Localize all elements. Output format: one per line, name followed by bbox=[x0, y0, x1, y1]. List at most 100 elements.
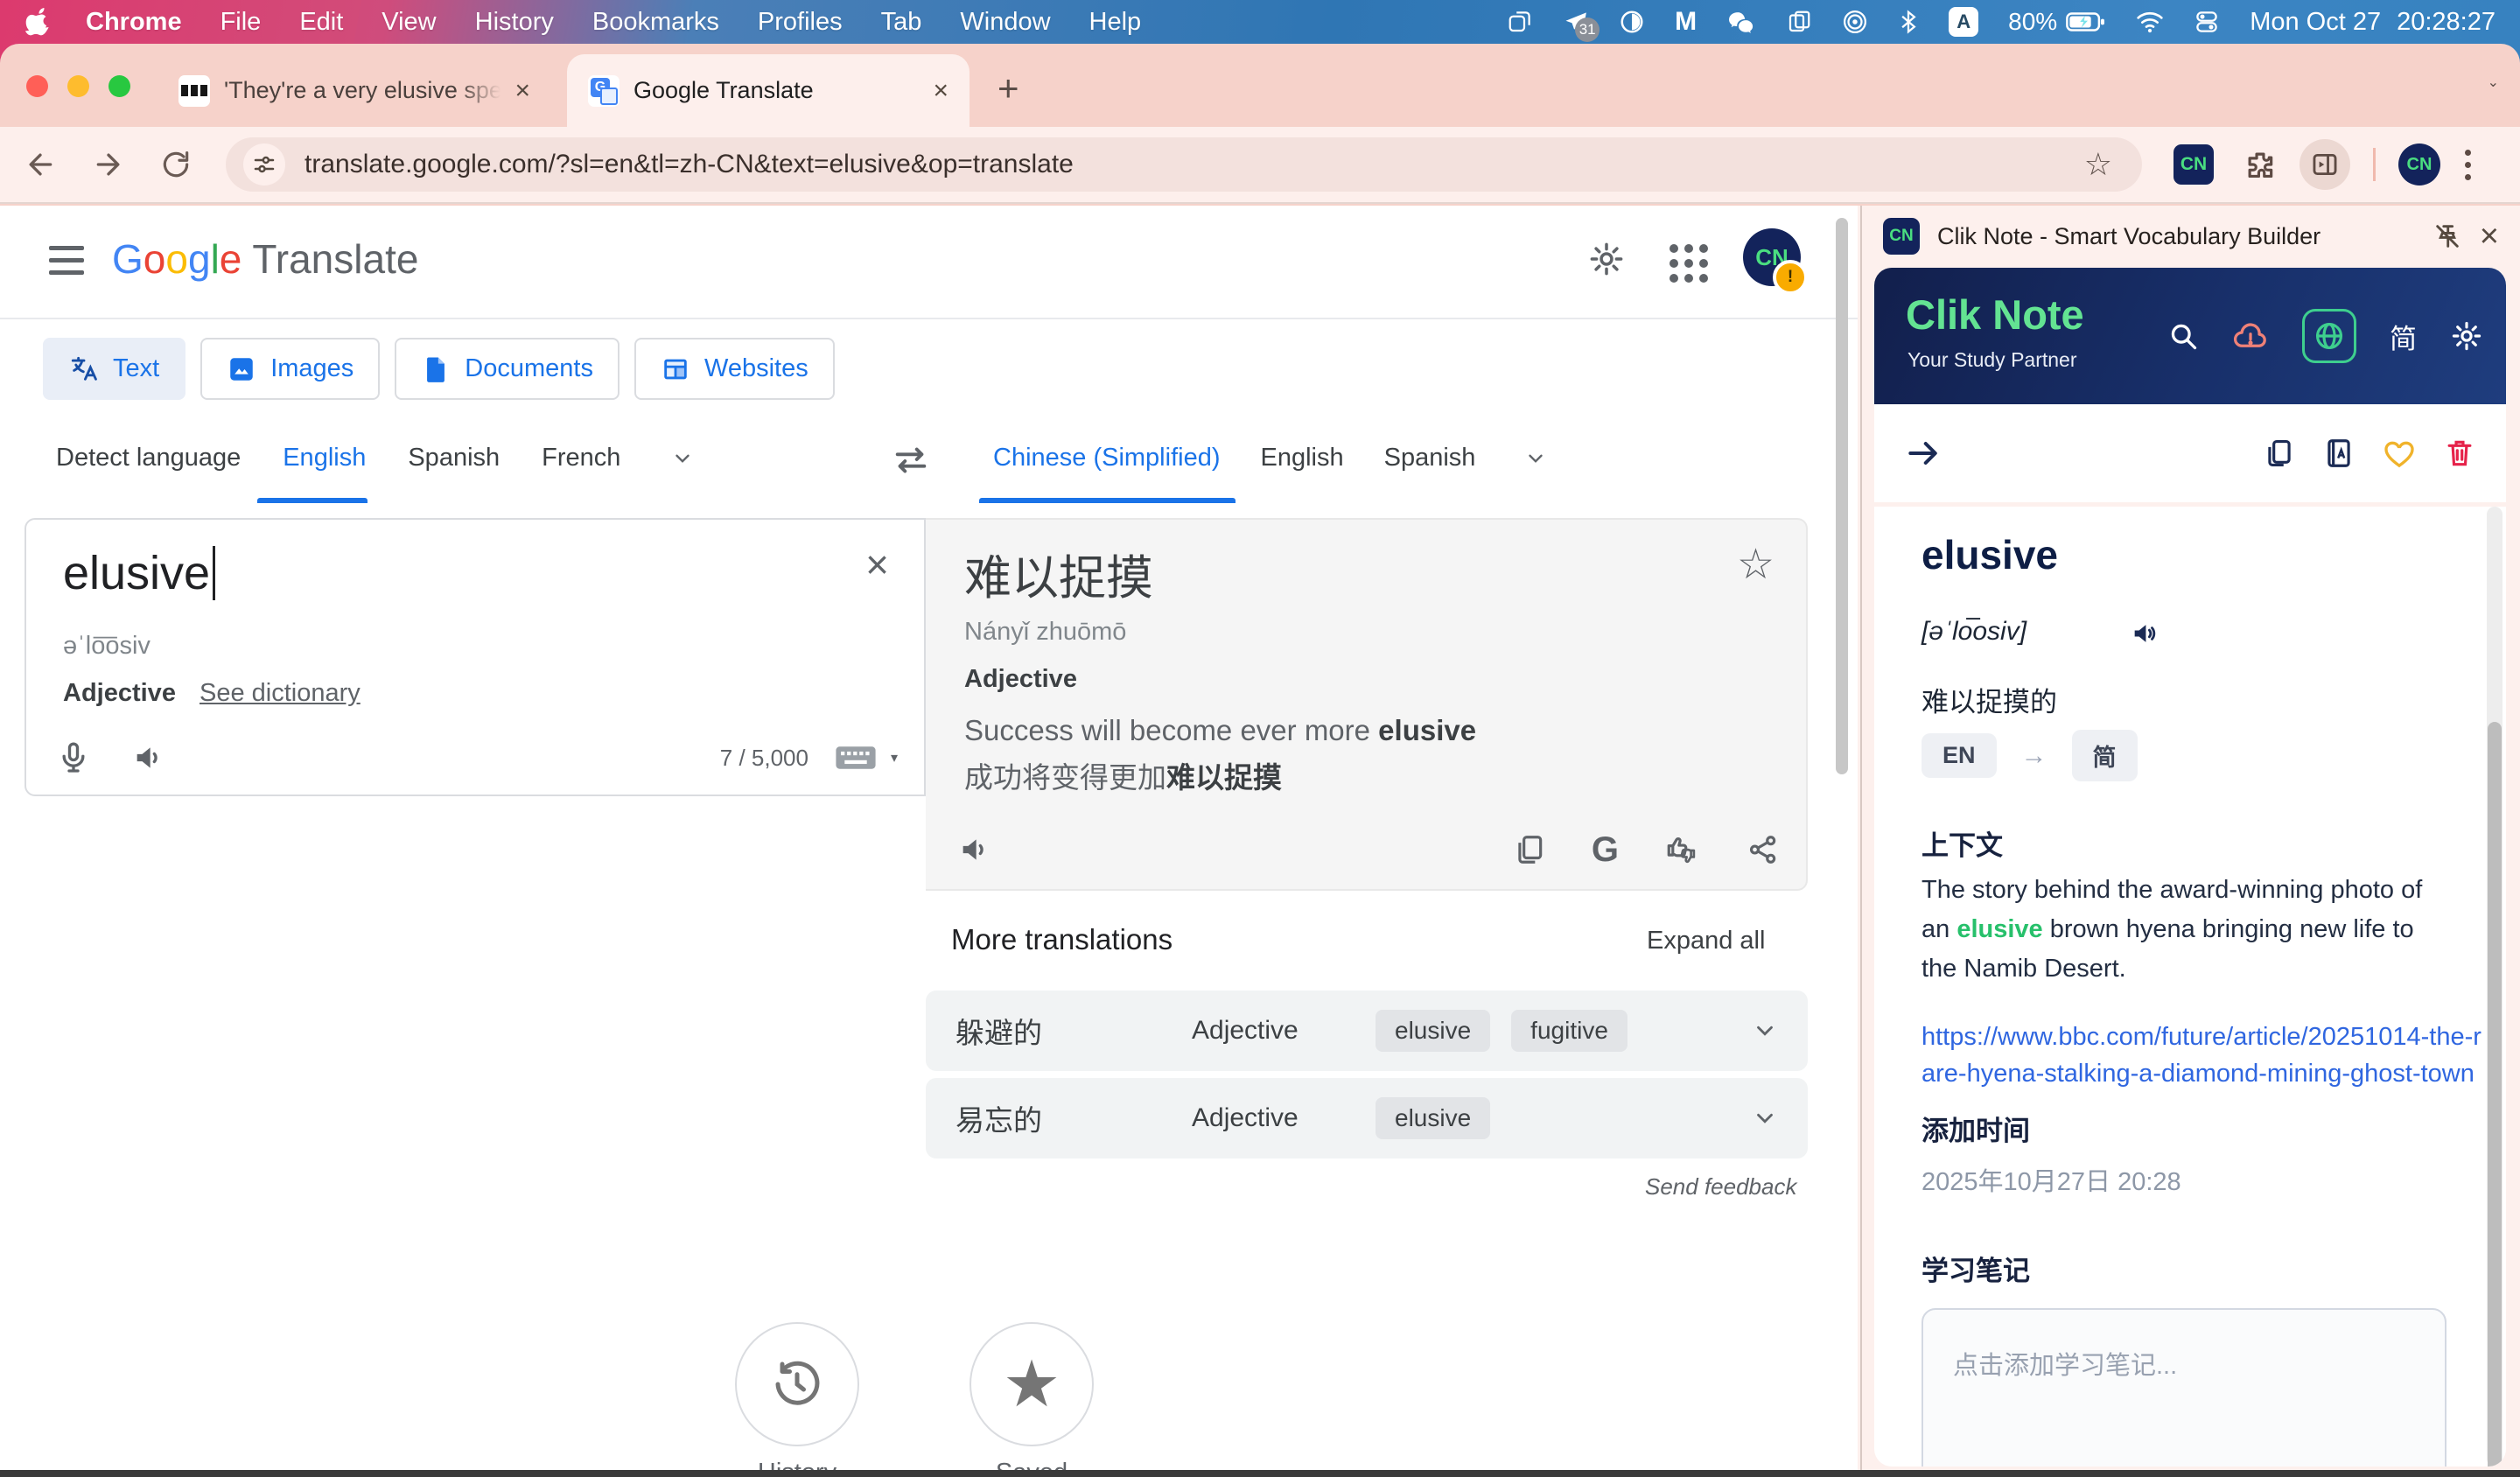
lang-english[interactable]: English bbox=[1261, 444, 1344, 472]
lang-spanish[interactable]: Spanish bbox=[408, 444, 500, 472]
synonym-chip[interactable]: elusive bbox=[1376, 1010, 1490, 1052]
source-text[interactable]: elusive bbox=[63, 546, 215, 600]
lang-chinese-selected[interactable]: Chinese (Simplified) bbox=[993, 444, 1221, 472]
dictionary-book-icon[interactable] bbox=[2322, 437, 2356, 470]
cliknote-extension-icon[interactable]: CN bbox=[2174, 144, 2214, 185]
bookmark-star-icon[interactable]: ☆ bbox=[2084, 146, 2112, 183]
translation-text[interactable]: 难以捉摸 bbox=[964, 539, 1153, 608]
bluetooth-icon[interactable] bbox=[1898, 9, 1919, 35]
simplified-chinese-toggle[interactable]: 简 bbox=[2390, 317, 2417, 356]
close-tab-icon[interactable]: × bbox=[933, 76, 948, 106]
save-translation-star-icon[interactable]: ☆ bbox=[1737, 544, 1774, 586]
wifi-icon[interactable] bbox=[2136, 9, 2164, 35]
listen-translation-icon[interactable] bbox=[957, 832, 992, 867]
tab-bbc-article[interactable]: 'They're a very elusive specie × bbox=[158, 54, 551, 127]
lang-french[interactable]: French bbox=[542, 444, 620, 472]
source-text-panel[interactable]: elusive × əˈlo͞osiv Adjective See dictio… bbox=[24, 518, 926, 796]
main-menu-icon[interactable] bbox=[49, 246, 84, 275]
listen-source-icon[interactable] bbox=[131, 740, 166, 775]
minimize-window-button[interactable] bbox=[67, 75, 89, 97]
menu-tab[interactable]: Tab bbox=[881, 8, 922, 37]
telegram-icon[interactable]: 31 bbox=[1563, 9, 1589, 35]
tab-google-translate[interactable]: G Google Translate × bbox=[567, 54, 970, 127]
close-tab-icon[interactable]: × bbox=[514, 76, 530, 106]
input-source-icon[interactable]: A bbox=[1949, 7, 1978, 37]
mic-icon[interactable] bbox=[56, 740, 91, 775]
apple-icon[interactable] bbox=[24, 8, 49, 36]
pronounce-speaker-icon[interactable] bbox=[2130, 619, 2160, 648]
synonym-chip[interactable]: fugitive bbox=[1511, 1010, 1628, 1052]
airdrop-icon[interactable] bbox=[1842, 9, 1868, 35]
gt-logo[interactable]: Google Translate bbox=[112, 235, 418, 283]
synonym-chip[interactable]: elusive bbox=[1376, 1097, 1490, 1139]
more-target-langs-chevron-icon[interactable] bbox=[1524, 447, 1547, 470]
favorite-heart-icon[interactable] bbox=[2382, 436, 2417, 471]
forward-button[interactable] bbox=[91, 147, 126, 182]
more-translation-row[interactable]: 躲避的 Adjective elusive fugitive bbox=[926, 990, 1808, 1071]
mode-documents-button[interactable]: Documents bbox=[395, 338, 620, 400]
mode-images-button[interactable]: Images bbox=[200, 338, 380, 400]
sync-alert-cloud-icon[interactable] bbox=[2232, 320, 2269, 352]
screen-mirroring-icon[interactable] bbox=[1507, 9, 1533, 35]
source-article-link[interactable]: https://www.bbc.com/future/article/20251… bbox=[1922, 1018, 2488, 1092]
menu-help[interactable]: Help bbox=[1089, 8, 1142, 37]
m-app-icon[interactable]: M bbox=[1675, 7, 1697, 37]
display-contrast-icon[interactable] bbox=[1619, 9, 1645, 35]
keyboard-caret-icon[interactable]: ▾ bbox=[891, 749, 898, 766]
expand-row-chevron-icon[interactable] bbox=[1752, 1105, 1778, 1131]
next-entry-arrow-icon[interactable] bbox=[1904, 434, 1942, 472]
rate-translation-icon[interactable] bbox=[1664, 831, 1701, 868]
swap-languages-icon[interactable] bbox=[891, 440, 931, 480]
menu-profiles[interactable]: Profiles bbox=[758, 8, 843, 37]
new-tab-button[interactable]: + bbox=[998, 70, 1019, 107]
battery-indicator[interactable]: 80% bbox=[2008, 8, 2106, 36]
search-icon[interactable] bbox=[2167, 320, 2199, 352]
unpin-panel-icon[interactable] bbox=[2432, 221, 2462, 251]
lang-spanish[interactable]: Spanish bbox=[1384, 444, 1476, 472]
lang-english-selected[interactable]: English bbox=[283, 444, 366, 472]
lang-detect[interactable]: Detect language bbox=[56, 444, 241, 472]
page-scrollbar[interactable] bbox=[1836, 218, 1848, 774]
saved-button[interactable]: ★ bbox=[970, 1322, 1094, 1446]
menu-bookmarks[interactable]: Bookmarks bbox=[592, 8, 719, 37]
panel-scrollbar-thumb[interactable] bbox=[2488, 722, 2502, 1466]
clear-source-icon[interactable]: × bbox=[865, 544, 889, 584]
copy-entry-icon[interactable] bbox=[2263, 437, 2296, 470]
send-feedback-link[interactable]: Send feedback bbox=[1645, 1173, 1796, 1200]
menu-window[interactable]: Window bbox=[960, 8, 1050, 37]
wechat-icon[interactable] bbox=[1726, 9, 1756, 35]
extensions-puzzle-icon[interactable] bbox=[2244, 148, 2277, 181]
mode-text-button[interactable]: Text bbox=[43, 338, 186, 400]
menubar-clock[interactable]: Mon Oct 27 20:28:27 bbox=[2250, 8, 2496, 37]
settings-gear-icon[interactable] bbox=[1588, 241, 1625, 277]
more-translation-row[interactable]: 易忘的 Adjective elusive bbox=[926, 1078, 1808, 1158]
tab-search-chevron-icon[interactable]: ⌄ bbox=[2488, 74, 2499, 91]
zoom-window-button[interactable] bbox=[108, 75, 130, 97]
menu-history[interactable]: History bbox=[475, 8, 554, 37]
see-dictionary-link[interactable]: See dictionary bbox=[200, 679, 360, 708]
site-settings-icon[interactable] bbox=[243, 144, 285, 186]
stage-manager-icon[interactable] bbox=[1786, 9, 1812, 35]
expand-row-chevron-icon[interactable] bbox=[1752, 1018, 1778, 1044]
google-apps-grid-icon[interactable] bbox=[1670, 244, 1708, 283]
menu-edit[interactable]: Edit bbox=[299, 8, 343, 37]
address-bar[interactable]: translate.google.com/?sl=en&tl=zh-CN&tex… bbox=[226, 137, 2142, 192]
mode-websites-button[interactable]: Websites bbox=[634, 338, 835, 400]
panel-settings-gear-icon[interactable] bbox=[2450, 319, 2483, 353]
translate-mode-active-button[interactable] bbox=[2302, 309, 2356, 363]
close-panel-icon[interactable]: × bbox=[2480, 220, 2499, 253]
close-window-button[interactable] bbox=[26, 75, 48, 97]
menu-file[interactable]: File bbox=[220, 8, 262, 37]
profile-avatar[interactable]: CN bbox=[2398, 144, 2440, 186]
keyboard-icon[interactable] bbox=[835, 743, 877, 773]
url-text[interactable]: translate.google.com/?sl=en&tl=zh-CN&tex… bbox=[304, 150, 2084, 179]
copy-translation-icon[interactable] bbox=[1513, 833, 1546, 866]
history-button[interactable] bbox=[735, 1322, 859, 1446]
study-notes-input[interactable] bbox=[1922, 1308, 2446, 1466]
chrome-menu-icon[interactable] bbox=[2465, 150, 2471, 180]
menu-view[interactable]: View bbox=[382, 8, 436, 37]
back-button[interactable] bbox=[23, 147, 58, 182]
share-translation-icon[interactable] bbox=[1746, 833, 1780, 866]
menu-chrome[interactable]: Chrome bbox=[86, 8, 182, 37]
control-center-icon[interactable] bbox=[2194, 9, 2220, 35]
